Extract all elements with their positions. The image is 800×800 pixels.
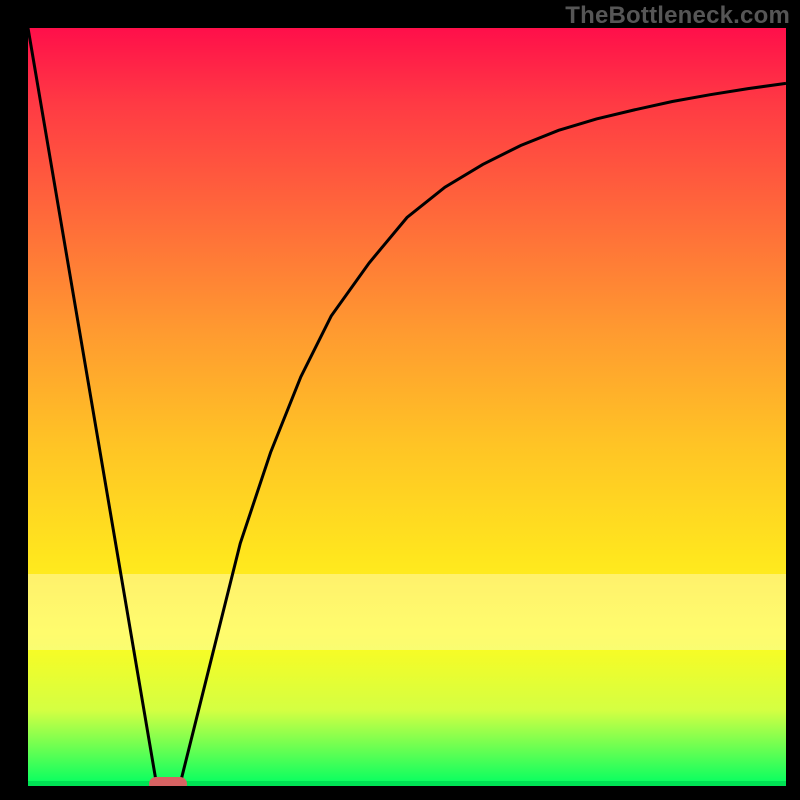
chart-frame: TheBottleneck.com <box>0 0 800 800</box>
curve-right-segment <box>180 83 786 786</box>
plot-area <box>28 28 786 786</box>
watermark-text: TheBottleneck.com <box>565 2 790 30</box>
bottleneck-curve <box>28 28 786 786</box>
minimum-marker <box>149 777 187 786</box>
curve-left-segment <box>28 28 157 786</box>
